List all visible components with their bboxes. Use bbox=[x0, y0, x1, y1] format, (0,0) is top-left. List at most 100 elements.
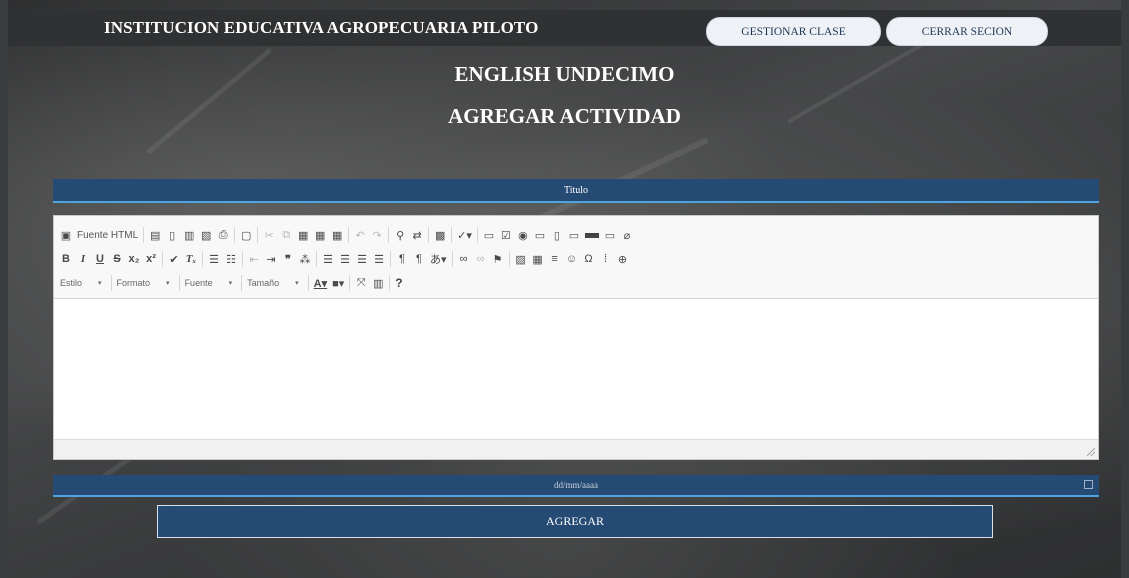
toolbar-separator bbox=[316, 251, 317, 267]
calendar-icon[interactable] bbox=[1084, 480, 1093, 489]
copy-icon[interactable]: ⧉ bbox=[280, 227, 292, 243]
align-right-icon[interactable]: ☰ bbox=[356, 251, 368, 267]
chevron-down-icon: ▾ bbox=[98, 280, 102, 287]
select-field-icon[interactable]: ▭ bbox=[568, 227, 580, 243]
decrease-indent-icon[interactable]: ⇤ bbox=[248, 251, 260, 267]
source-html-icon[interactable]: ▣ bbox=[60, 227, 72, 243]
toolbar-separator bbox=[178, 275, 180, 291]
resize-handle[interactable] bbox=[1087, 448, 1095, 456]
link-icon[interactable]: ∞ bbox=[458, 251, 470, 267]
increase-indent-icon[interactable]: ⇥ bbox=[265, 251, 277, 267]
toolbar-row-3: Estilo ▾ Formato ▾ Fuente ▾ Tamaño ▾ A▾ … bbox=[60, 273, 403, 293]
replace-icon[interactable]: ⇄ bbox=[411, 227, 423, 243]
superscript-icon[interactable]: x² bbox=[145, 251, 157, 267]
anchor-icon[interactable]: ⚑ bbox=[492, 251, 504, 267]
print-icon[interactable]: ⎙ bbox=[217, 227, 229, 243]
font-combo[interactable]: Fuente ▾ bbox=[185, 278, 237, 288]
course-title: ENGLISH UNDECIMO bbox=[454, 62, 675, 86]
numbered-list-icon[interactable]: ☰ bbox=[208, 251, 220, 267]
toolbar-separator bbox=[242, 251, 243, 267]
preview-icon[interactable]: ▧ bbox=[200, 227, 212, 243]
save-icon[interactable]: ▤ bbox=[149, 227, 161, 243]
editor-toolbar: ▣ Fuente HTML ▤ ▯ ▥ ▧ ⎙ ▢ ✂ ⧉ ▦ ▦ ▦ ↶ ↷ bbox=[54, 216, 1098, 299]
toolbar-separator bbox=[388, 227, 390, 243]
manage-class-button[interactable]: GESTIONAR CLASE bbox=[706, 17, 881, 46]
toolbar-separator bbox=[349, 275, 351, 291]
toolbar-separator bbox=[476, 227, 478, 243]
toolbar-separator bbox=[143, 227, 145, 243]
toolbar-separator bbox=[241, 275, 243, 291]
show-blocks-icon[interactable]: ▥ bbox=[372, 275, 384, 291]
justify-icon[interactable]: ☰ bbox=[373, 251, 385, 267]
subscript-icon[interactable]: x₂ bbox=[128, 251, 140, 267]
align-left-icon[interactable]: ☰ bbox=[322, 251, 334, 267]
undo-icon[interactable]: ↶ bbox=[354, 227, 366, 243]
page-break-icon[interactable]: ⁞ bbox=[600, 251, 612, 267]
iframe-icon[interactable]: ⊕ bbox=[617, 251, 629, 267]
spellcheck-icon[interactable]: ✓▾ bbox=[457, 227, 472, 243]
toolbar-separator bbox=[389, 275, 391, 291]
text-direction-ltr-icon[interactable]: ¶ bbox=[396, 251, 408, 267]
radio-icon[interactable]: ◉ bbox=[517, 227, 529, 243]
text-direction-rtl-icon[interactable]: ¶ bbox=[413, 251, 425, 267]
text-color-icon[interactable]: A▾ bbox=[314, 275, 327, 291]
hidden-field-icon[interactable]: ⌀ bbox=[621, 227, 633, 243]
toolbar-separator bbox=[451, 227, 453, 243]
button-field-icon[interactable] bbox=[584, 232, 599, 238]
document-icon[interactable]: ▢ bbox=[240, 227, 252, 243]
select-all-icon[interactable]: ▩ bbox=[434, 227, 446, 243]
bold-icon[interactable]: B bbox=[60, 251, 72, 267]
format-combo[interactable]: Formato ▾ bbox=[117, 278, 174, 288]
toolbar-separator bbox=[307, 275, 309, 291]
source-html-button[interactable]: Fuente HTML bbox=[77, 230, 138, 241]
text-field-icon[interactable]: ▭ bbox=[534, 227, 546, 243]
textarea-icon[interactable]: ▯ bbox=[551, 227, 563, 243]
add-activity-button[interactable]: AGREGAR bbox=[157, 505, 993, 538]
strikethrough-icon[interactable]: S bbox=[111, 251, 123, 267]
underline-icon[interactable]: U bbox=[94, 251, 106, 267]
smiley-icon[interactable]: ☺ bbox=[566, 251, 578, 267]
horizontal-line-icon[interactable]: ≡ bbox=[549, 251, 561, 267]
table-icon[interactable]: ▦ bbox=[532, 251, 544, 267]
paste-icon[interactable]: ▦ bbox=[297, 227, 309, 243]
new-page-icon[interactable]: ▯ bbox=[166, 227, 178, 243]
find-icon[interactable]: ⚲ bbox=[394, 227, 406, 243]
redo-icon[interactable]: ↷ bbox=[371, 227, 383, 243]
toolbar-separator bbox=[202, 251, 203, 267]
date-input[interactable]: dd/mm/aaaa bbox=[53, 475, 1099, 497]
paste-text-icon[interactable]: ▦ bbox=[314, 227, 326, 243]
image-button-icon[interactable]: ▭ bbox=[604, 227, 616, 243]
style-combo[interactable]: Estilo ▾ bbox=[60, 278, 106, 288]
help-button[interactable]: ? bbox=[395, 276, 402, 290]
paste-word-icon[interactable]: ▦ bbox=[331, 227, 343, 243]
editor-content-area[interactable] bbox=[54, 298, 1098, 441]
unlink-icon[interactable]: ∞ bbox=[475, 251, 487, 267]
remove-format-icon[interactable]: Tₓ bbox=[185, 251, 197, 267]
templates-icon[interactable]: ▥ bbox=[183, 227, 195, 243]
copy-format-icon[interactable]: ✔ bbox=[168, 251, 180, 267]
page-title: AGREGAR ACTIVIDAD bbox=[448, 104, 681, 128]
toolbar-row-1: ▣ Fuente HTML ▤ ▯ ▥ ▧ ⎙ ▢ ✂ ⧉ ▦ ▦ ▦ ↶ ↷ bbox=[60, 225, 633, 245]
blockquote-icon[interactable]: ❞ bbox=[282, 251, 294, 267]
format-combo-label: Formato bbox=[116, 278, 151, 288]
logout-button[interactable]: CERRAR SECION bbox=[886, 17, 1048, 46]
date-placeholder: dd/mm/aaaa bbox=[554, 480, 598, 490]
language-icon[interactable]: あ▾ bbox=[430, 251, 447, 267]
chevron-down-icon: ▾ bbox=[166, 280, 170, 287]
checkbox-icon[interactable]: ☑ bbox=[500, 227, 512, 243]
form-icon[interactable]: ▭ bbox=[483, 227, 495, 243]
special-character-icon[interactable]: Ω bbox=[583, 251, 595, 267]
italic-icon[interactable]: I bbox=[77, 251, 89, 267]
maximize-icon[interactable]: ⤧ bbox=[355, 275, 367, 291]
toolbar-separator bbox=[110, 275, 112, 291]
bulleted-list-icon[interactable]: ☷ bbox=[225, 251, 237, 267]
image-icon[interactable]: ▨ bbox=[515, 251, 527, 267]
align-center-icon[interactable]: ☰ bbox=[339, 251, 351, 267]
size-combo[interactable]: Tamaño ▾ bbox=[247, 278, 303, 288]
background-color-icon[interactable]: ■▾ bbox=[332, 275, 344, 291]
size-combo-label: Tamaño bbox=[247, 278, 280, 288]
div-container-icon[interactable]: ⁂ bbox=[299, 251, 311, 267]
activity-title-input[interactable]: Titulo bbox=[53, 179, 1099, 203]
toolbar-separator bbox=[257, 227, 259, 243]
cut-icon[interactable]: ✂ bbox=[263, 227, 275, 243]
